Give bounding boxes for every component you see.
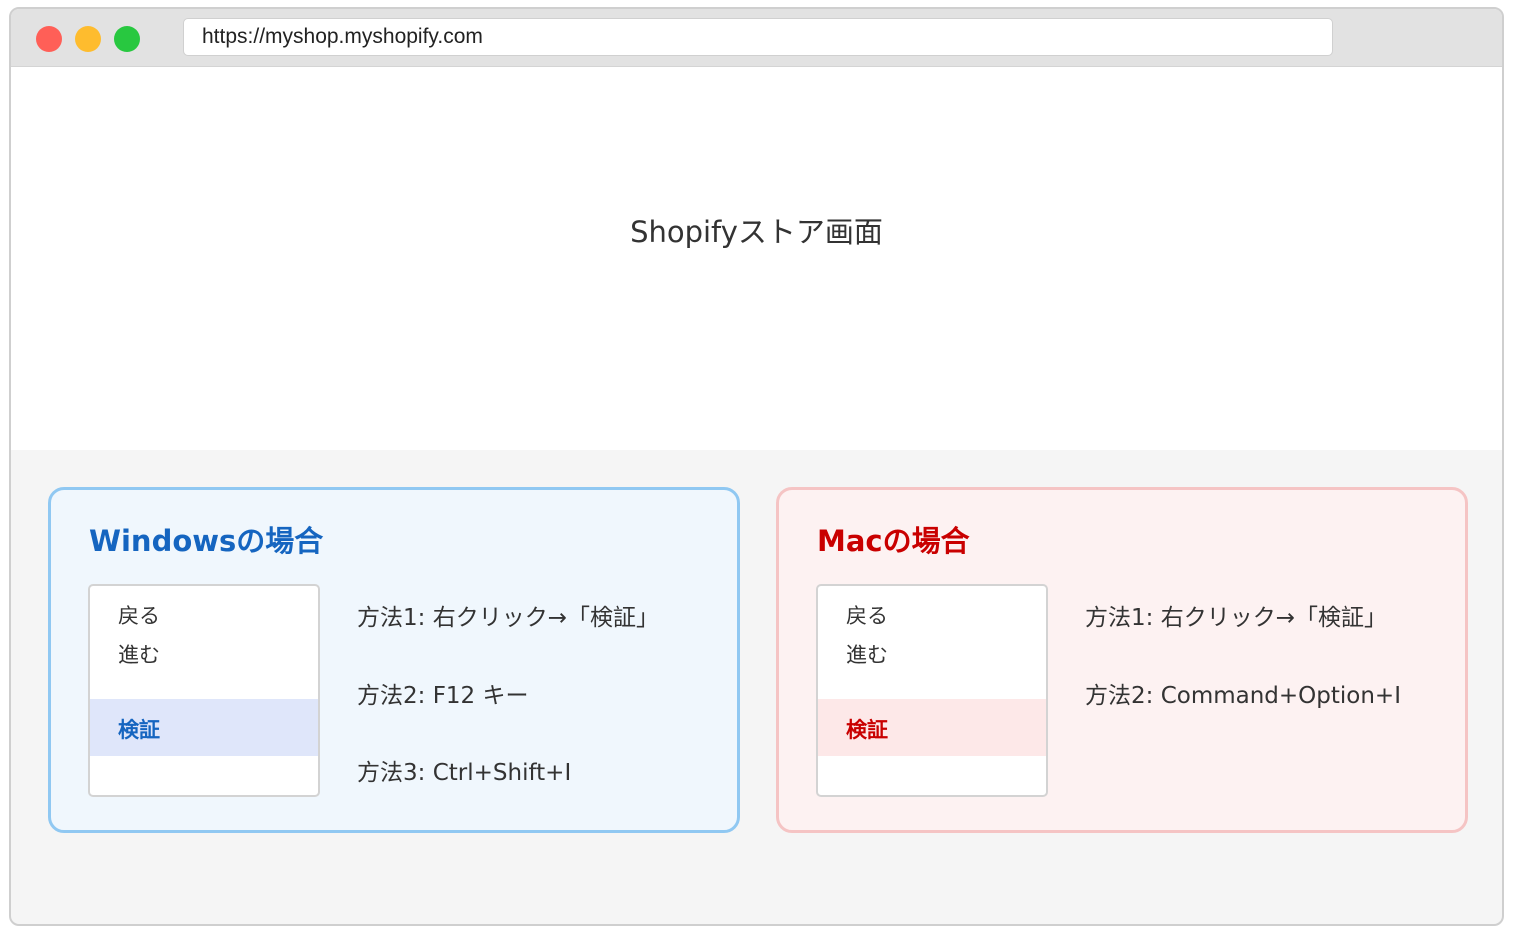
mac-panel: Macの場合 戻る 進む 検証 方法1: 右クリック→「検証」 方法2: Com… [776, 487, 1468, 833]
windows-panel-title: Windowsの場合 [89, 524, 324, 558]
windows-panel: Windowsの場合 戻る 進む 検証 方法1: 右クリック→「検証」 方法2:… [48, 487, 740, 833]
windows-context-menu: 戻る 進む 検証 [88, 584, 320, 797]
context-menu-back[interactable]: 戻る [846, 600, 888, 630]
context-menu-back[interactable]: 戻る [118, 600, 160, 630]
context-menu-forward[interactable]: 進む [118, 639, 160, 669]
windows-method-3: 方法3: Ctrl+Shift+I [357, 760, 572, 786]
context-menu-forward[interactable]: 進む [846, 639, 888, 669]
windows-method-2: 方法2: F12 キー [357, 683, 529, 709]
close-window-dot[interactable] [36, 26, 62, 52]
mac-method-2: 方法2: Command+Option+I [1085, 683, 1401, 709]
mac-panel-title: Macの場合 [817, 524, 970, 558]
maximize-window-dot[interactable] [114, 26, 140, 52]
mac-method-1: 方法1: 右クリック→「検証」 [1085, 605, 1387, 631]
store-viewport: Shopifyストア画面 [11, 67, 1502, 450]
browser-window: https://myshop.myshopify.com Shopifyストア画… [9, 7, 1504, 926]
browser-titlebar: https://myshop.myshopify.com [11, 9, 1502, 67]
minimize-window-dot[interactable] [75, 26, 101, 52]
windows-method-1: 方法1: 右クリック→「検証」 [357, 605, 659, 631]
address-bar[interactable]: https://myshop.myshopify.com [183, 18, 1333, 56]
context-menu-inspect-row[interactable]: 検証 [90, 699, 318, 756]
context-menu-inspect[interactable]: 検証 [118, 714, 160, 744]
context-menu-inspect-row[interactable]: 検証 [818, 699, 1046, 756]
mac-context-menu: 戻る 進む 検証 [816, 584, 1048, 797]
store-label: Shopifyストア画面 [630, 215, 883, 249]
context-menu-inspect[interactable]: 検証 [846, 714, 888, 744]
